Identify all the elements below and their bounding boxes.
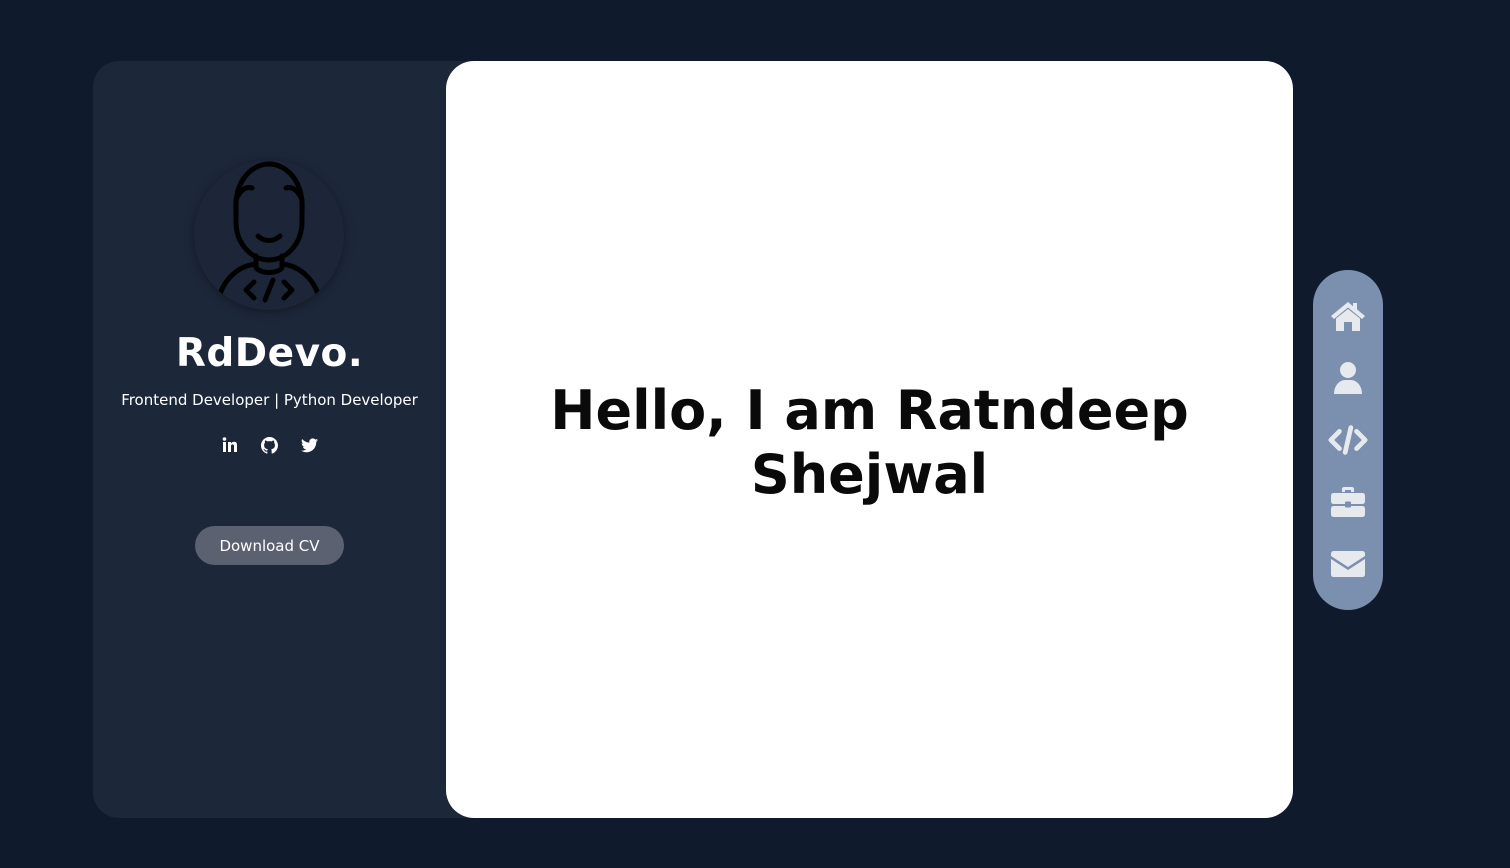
github-icon xyxy=(261,436,278,454)
nav-about[interactable] xyxy=(1328,358,1368,398)
code-icon xyxy=(1328,425,1368,455)
nav-contact[interactable] xyxy=(1328,544,1368,584)
nav-home[interactable] xyxy=(1328,296,1368,336)
nav-experience[interactable] xyxy=(1328,482,1368,522)
github-link[interactable] xyxy=(260,435,280,455)
twitter-link[interactable] xyxy=(300,435,320,455)
developer-avatar-icon xyxy=(215,161,323,310)
briefcase-icon xyxy=(1331,487,1365,517)
hero-card: Hello, I am Ratndeep Shejwal xyxy=(446,61,1293,818)
home-icon xyxy=(1331,302,1365,331)
download-cv-button[interactable]: Download CV xyxy=(195,526,344,565)
page: RdDevo. Frontend Developer | Python Deve… xyxy=(0,0,1510,868)
profile-sidebar: RdDevo. Frontend Developer | Python Deve… xyxy=(93,61,493,818)
linkedin-icon xyxy=(222,437,237,452)
side-nav xyxy=(1313,270,1383,610)
brand-name: RdDevo. xyxy=(175,331,364,376)
social-links xyxy=(93,435,446,455)
user-icon xyxy=(1334,362,1362,394)
nav-projects[interactable] xyxy=(1328,420,1368,460)
hero-greeting: Hello, I am Ratndeep Shejwal xyxy=(550,379,1189,506)
twitter-icon xyxy=(301,437,318,452)
linkedin-link[interactable] xyxy=(220,435,240,455)
role-subtitle: Frontend Developer | Python Developer xyxy=(121,391,418,409)
envelope-icon xyxy=(1331,551,1365,577)
avatar xyxy=(194,160,344,310)
